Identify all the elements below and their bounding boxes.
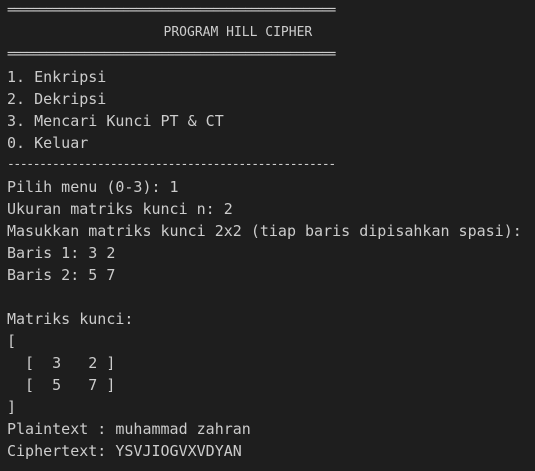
- matrix-row1-input: Baris 1: 3 2: [7, 244, 116, 262]
- menu-item-mencari-kunci: 3. Mencari Kunci PT & CT: [7, 112, 224, 130]
- key-matrix-label: Matriks kunci:: [7, 310, 134, 328]
- plaintext-output: Plaintext : muhammad zahran: [7, 420, 251, 438]
- header-rule-top: ========================================…: [7, 3, 336, 18]
- menu-choice-prompt: Pilih menu (0-3): 1: [7, 178, 179, 196]
- menu-item-enkripsi: 1. Enkripsi: [7, 68, 107, 86]
- program-title: PROGRAM HILL CIPHER: [7, 25, 313, 40]
- terminal-window[interactable]: ========================================…: [0, 0, 535, 471]
- menu-item-dekripsi: 2. Dekripsi: [7, 90, 107, 108]
- menu-separator: ----------------------------------------…: [7, 157, 336, 172]
- menu-item-keluar: 0. Keluar: [7, 134, 89, 152]
- matrix-close-bracket: ]: [7, 398, 17, 416]
- matrix-entry-prompt: Masukkan matriks kunci 2x2 (tiap baris d…: [7, 222, 522, 240]
- header-rule-bottom: ========================================…: [7, 47, 336, 62]
- key-matrix-row-1: [ 3 2 ]: [7, 354, 116, 372]
- matrix-size-prompt: Ukuran matriks kunci n: 2: [7, 200, 233, 218]
- ciphertext-output: Ciphertext: YSVJIOGVXVDYAN: [7, 442, 242, 460]
- matrix-open-bracket: [: [7, 332, 17, 350]
- key-matrix-row-2: [ 5 7 ]: [7, 376, 116, 394]
- matrix-row2-input: Baris 2: 5 7: [7, 266, 116, 284]
